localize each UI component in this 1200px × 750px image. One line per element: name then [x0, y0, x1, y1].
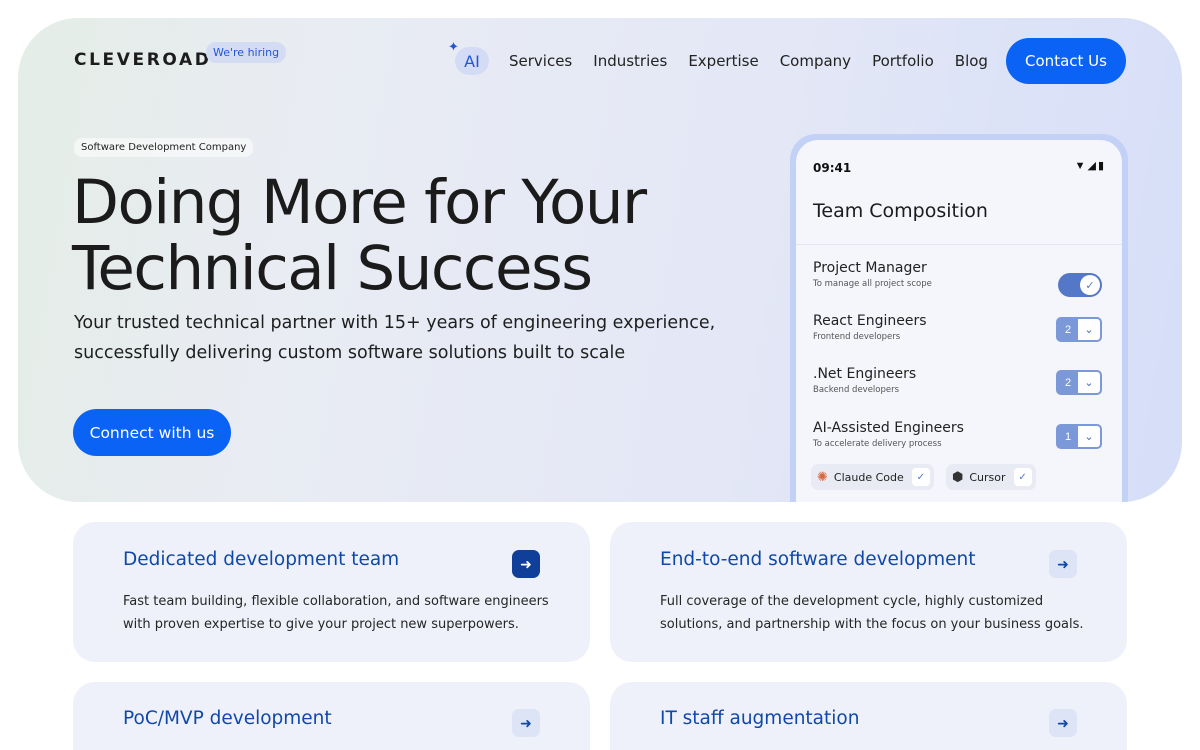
- card-end-to-end[interactable]: End-to-end software development ➜ Full c…: [610, 522, 1127, 662]
- team-composition-title: Team Composition: [813, 200, 988, 222]
- card-description: Full coverage of the development cycle, …: [660, 590, 1100, 636]
- status-icons: ▼◢▮: [1075, 159, 1106, 172]
- tool-label: Claude Code: [833, 470, 904, 484]
- arrow-right-icon[interactable]: ➜: [512, 550, 540, 578]
- hiring-badge[interactable]: We're hiring: [206, 42, 287, 63]
- nav-item-company[interactable]: Company: [780, 52, 851, 70]
- phone-screen: 09:41 ▼◢▮ Team Composition Project Manag…: [796, 140, 1122, 502]
- card-staff-augmentation[interactable]: IT staff augmentation ➜: [610, 682, 1127, 750]
- count-value: 2: [1058, 372, 1078, 393]
- card-line: Fast team building, flexible collaborati…: [123, 594, 549, 609]
- divider: [796, 244, 1122, 245]
- card-title: IT staff augmentation: [660, 708, 860, 729]
- tool-label: Cursor: [969, 470, 1006, 484]
- nav-item-ai-label: AI: [464, 51, 480, 71]
- check-icon: ✓: [1013, 468, 1032, 486]
- headline-line-2: Technical Success: [72, 233, 593, 304]
- card-dedicated-team[interactable]: Dedicated development team ➜ Fast team b…: [73, 522, 590, 662]
- card-title: Dedicated development team: [123, 549, 400, 570]
- connect-button[interactable]: Connect with us: [73, 409, 231, 456]
- claude-icon: ✺: [817, 469, 828, 485]
- net-engineers-count-select[interactable]: 2 ⌄: [1056, 370, 1102, 395]
- chevron-down-icon: ⌄: [1084, 324, 1094, 336]
- wifi-icon: ▼: [1074, 160, 1088, 172]
- card-description: Fast team building, flexible collaborati…: [123, 590, 563, 636]
- chevron-down-icon: ⌄: [1084, 377, 1094, 389]
- react-engineers-count-select[interactable]: 2 ⌄: [1056, 317, 1102, 342]
- page-title: Doing More for Your Technical Success: [72, 170, 772, 302]
- card-title: End-to-end software development: [660, 549, 976, 570]
- tool-claude-code[interactable]: ✺ Claude Code ✓: [811, 464, 934, 490]
- hero-section: CLEVEROAD We're hiring ✦ AI Services Ind…: [18, 18, 1182, 502]
- count-value: 2: [1058, 319, 1078, 340]
- subtitle-line-1: Your trusted technical partner with 15+ …: [74, 313, 716, 333]
- card-poc-mvp[interactable]: PoC/MVP development ➜: [73, 682, 590, 750]
- battery-icon: ▮: [1097, 160, 1106, 172]
- contact-us-button[interactable]: Contact Us: [1006, 38, 1126, 84]
- nav-item-blog[interactable]: Blog: [955, 52, 988, 70]
- card-title: PoC/MVP development: [123, 708, 332, 729]
- count-value: 1: [1058, 426, 1078, 447]
- nav-item-industries[interactable]: Industries: [593, 52, 667, 70]
- headline-line-1: Doing More for Your: [72, 167, 647, 238]
- nav-item-services[interactable]: Services: [509, 52, 572, 70]
- card-line: solutions, and partnership with the focu…: [660, 617, 1084, 632]
- chevron-down-icon: ⌄: [1084, 431, 1094, 443]
- ai-engineers-count-select[interactable]: 1 ⌄: [1056, 424, 1102, 449]
- signal-icon: ◢: [1087, 160, 1098, 172]
- phone-mockup: 09:41 ▼◢▮ Team Composition Project Manag…: [790, 134, 1128, 502]
- arrow-right-icon[interactable]: ➜: [512, 709, 540, 737]
- project-manager-toggle[interactable]: ✓: [1058, 273, 1102, 297]
- check-icon: ✓: [911, 468, 930, 486]
- nav-item-ai[interactable]: ✦ AI: [448, 40, 489, 75]
- hero-tag: Software Development Company: [74, 138, 254, 157]
- check-icon: ✓: [1080, 275, 1100, 295]
- arrow-right-icon[interactable]: ➜: [1049, 550, 1077, 578]
- nav-item-portfolio[interactable]: Portfolio: [872, 52, 934, 70]
- arrow-right-icon[interactable]: ➜: [1049, 709, 1077, 737]
- subtitle-line-2: successfully delivering custom software …: [74, 343, 626, 363]
- role-name: Project Manager: [813, 260, 927, 276]
- tool-cursor[interactable]: ⬢ Cursor ✓: [946, 464, 1036, 490]
- card-line: Full coverage of the development cycle, …: [660, 594, 1044, 609]
- main-nav: ✦ AI Services Industries Expertise Compa…: [448, 38, 1009, 84]
- cursor-icon: ⬢: [952, 469, 964, 485]
- logo[interactable]: CLEVEROAD: [74, 50, 211, 70]
- status-time: 09:41: [813, 161, 852, 175]
- card-line: with proven expertise to give your proje…: [123, 617, 519, 632]
- nav-item-expertise[interactable]: Expertise: [688, 52, 758, 70]
- hero-subtitle: Your trusted technical partner with 15+ …: [74, 308, 754, 368]
- sparkle-icon: ✦: [448, 40, 459, 55]
